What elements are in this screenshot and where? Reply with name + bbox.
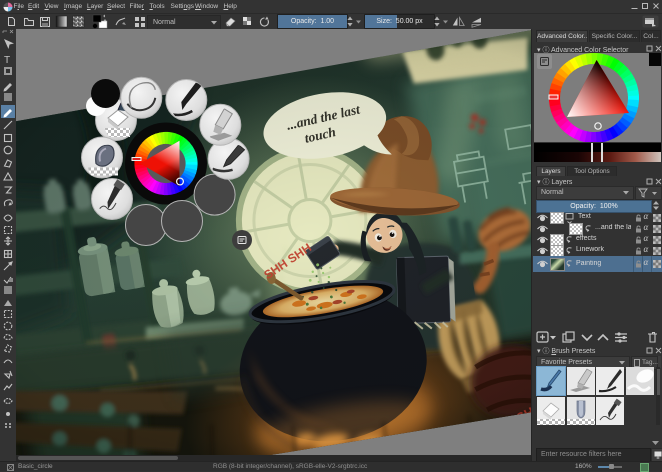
- svg-text:T: T: [4, 55, 10, 66]
